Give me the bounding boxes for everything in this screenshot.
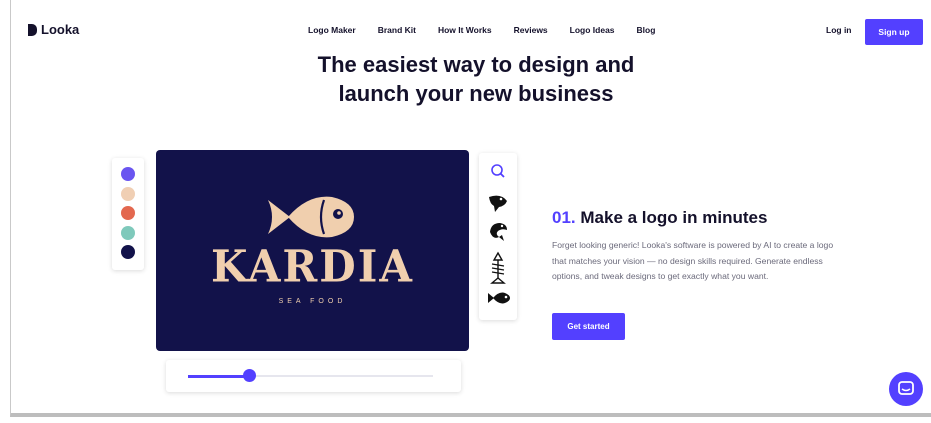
fish-curled-icon[interactable] bbox=[487, 221, 509, 243]
feature-section: 01. Make a logo in minutes Forget lookin… bbox=[552, 208, 842, 285]
nav-link-logo-maker[interactable]: Logo Maker bbox=[308, 25, 356, 35]
fish-swim-icon[interactable] bbox=[487, 291, 511, 305]
logo-brand-name: KARDIA bbox=[211, 240, 414, 293]
logo-preview-canvas: KARDIA SEA FOOD bbox=[156, 150, 469, 351]
chat-icon bbox=[898, 381, 914, 395]
hero-line-2: launch your new business bbox=[338, 81, 614, 106]
fish-head-icon[interactable] bbox=[487, 193, 509, 213]
size-slider-card bbox=[166, 360, 461, 392]
feature-heading: 01. Make a logo in minutes bbox=[552, 208, 842, 228]
top-nav: Looka Logo Maker Brand Kit How It Works … bbox=[11, 0, 931, 56]
nav-link-brand-kit[interactable]: Brand Kit bbox=[378, 25, 416, 35]
logo-tagline: SEA FOOD bbox=[278, 298, 347, 305]
color-swatch[interactable] bbox=[121, 245, 135, 259]
color-swatch[interactable] bbox=[121, 186, 135, 201]
nav-link-logo-ideas[interactable]: Logo Ideas bbox=[570, 25, 615, 35]
color-swatch[interactable] bbox=[121, 225, 135, 240]
nav-link-reviews[interactable]: Reviews bbox=[514, 25, 548, 35]
signup-button[interactable]: Sign up bbox=[865, 19, 923, 45]
fish-skeleton-icon[interactable] bbox=[487, 251, 509, 285]
get-started-button[interactable]: Get started bbox=[552, 313, 625, 340]
login-link[interactable]: Log in bbox=[826, 25, 852, 35]
chat-launcher-button[interactable] bbox=[889, 372, 923, 406]
color-swatch[interactable] bbox=[121, 167, 135, 181]
color-swatch[interactable] bbox=[121, 206, 135, 220]
slider-handle[interactable] bbox=[243, 369, 257, 382]
hero-heading: The easiest way to design and launch you… bbox=[266, 50, 686, 108]
feature-number: 01. bbox=[552, 208, 576, 227]
looka-logo-icon bbox=[28, 23, 37, 36]
brand-name: Looka bbox=[41, 22, 80, 37]
feature-description: Forget looking generic! Looka's software… bbox=[552, 240, 834, 281]
icon-options-panel bbox=[479, 153, 517, 320]
hero-line-1: The easiest way to design and bbox=[317, 52, 635, 77]
slider-fill bbox=[188, 374, 250, 378]
slider-track[interactable] bbox=[188, 369, 433, 382]
fish-logo-icon bbox=[268, 196, 354, 238]
nav-links: Logo Maker Brand Kit How It Works Review… bbox=[308, 25, 677, 35]
brand-logo[interactable]: Looka bbox=[28, 22, 79, 37]
nav-link-blog[interactable]: Blog bbox=[637, 25, 656, 35]
nav-link-how-it-works[interactable]: How It Works bbox=[438, 25, 492, 35]
color-palette bbox=[112, 158, 144, 270]
search-icon[interactable] bbox=[487, 163, 509, 179]
feature-title: Make a logo in minutes bbox=[580, 208, 768, 227]
page-frame: Looka Logo Maker Brand Kit How It Works … bbox=[10, 0, 931, 417]
